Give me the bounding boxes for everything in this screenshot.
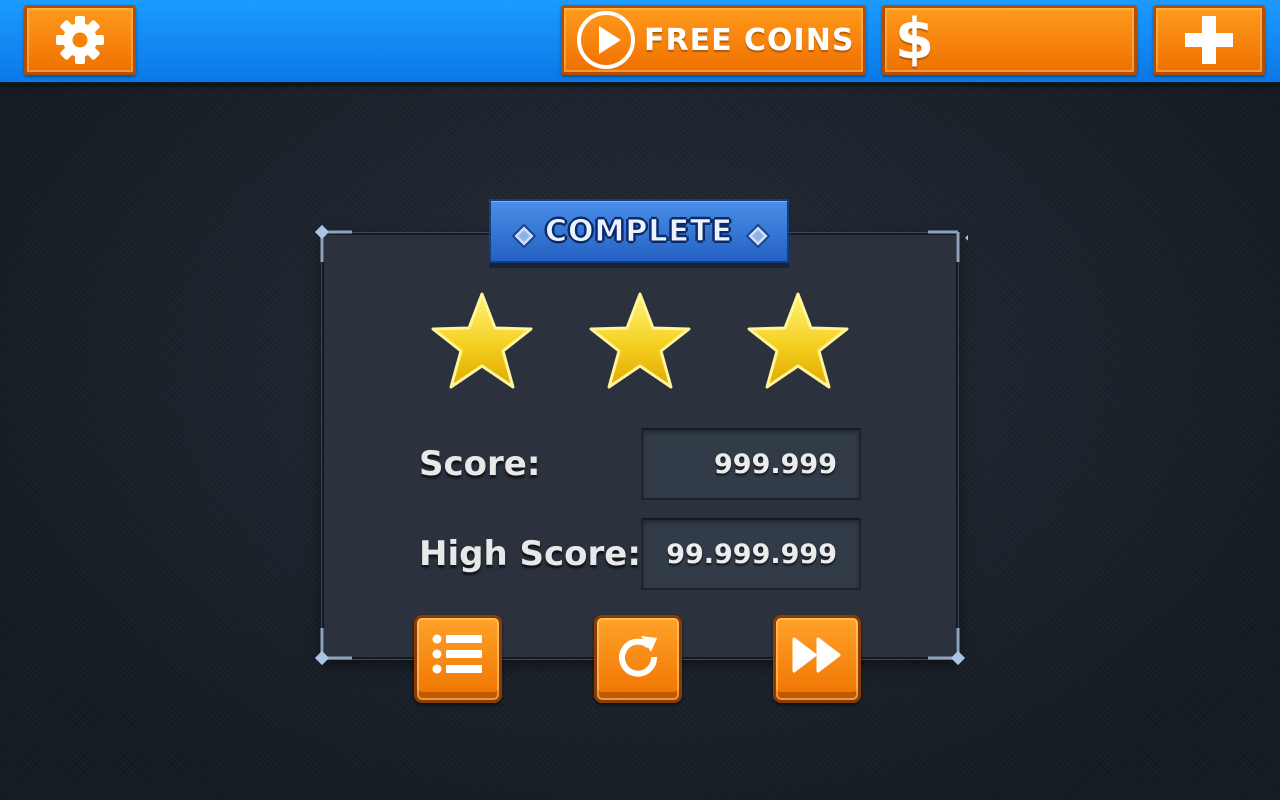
score-value: 999.999 bbox=[641, 428, 861, 500]
banner-title: COMPLETE bbox=[545, 213, 733, 249]
score-label: Score: bbox=[419, 444, 541, 484]
next-level-button[interactable] bbox=[773, 615, 861, 703]
diamond-icon bbox=[511, 223, 537, 249]
plus-icon bbox=[1185, 16, 1233, 64]
corner-ornament-bottom-left bbox=[314, 628, 352, 666]
retry-button[interactable] bbox=[594, 615, 682, 703]
corner-ornament-top-left bbox=[314, 224, 352, 262]
star-icon bbox=[747, 292, 849, 389]
complete-banner: COMPLETE bbox=[489, 199, 789, 263]
free-coins-button[interactable]: FREE COINS bbox=[561, 5, 866, 75]
level-list-button[interactable] bbox=[414, 615, 502, 703]
corner-ornament-top-right bbox=[928, 230, 968, 262]
free-coins-label: FREE COINS bbox=[644, 22, 855, 58]
corner-ornament-bottom-right bbox=[928, 628, 966, 666]
settings-button[interactable] bbox=[24, 5, 136, 75]
high-score-value: 99.999.999 bbox=[641, 518, 861, 590]
high-score-label: High Score: bbox=[419, 534, 641, 574]
star-icon bbox=[589, 292, 691, 389]
play-circle-icon bbox=[577, 11, 635, 69]
add-coins-button[interactable] bbox=[1153, 5, 1265, 75]
top-bar: FREE COINS $ bbox=[0, 0, 1280, 84]
dollar-icon: $ bbox=[895, 7, 934, 72]
star-icon bbox=[431, 292, 533, 389]
refresh-icon bbox=[619, 636, 658, 677]
list-icon bbox=[432, 634, 482, 674]
gear-icon bbox=[56, 16, 104, 64]
coin-balance-button[interactable]: $ bbox=[882, 5, 1137, 75]
diamond-icon bbox=[745, 223, 771, 249]
fast-forward-icon bbox=[792, 637, 841, 673]
